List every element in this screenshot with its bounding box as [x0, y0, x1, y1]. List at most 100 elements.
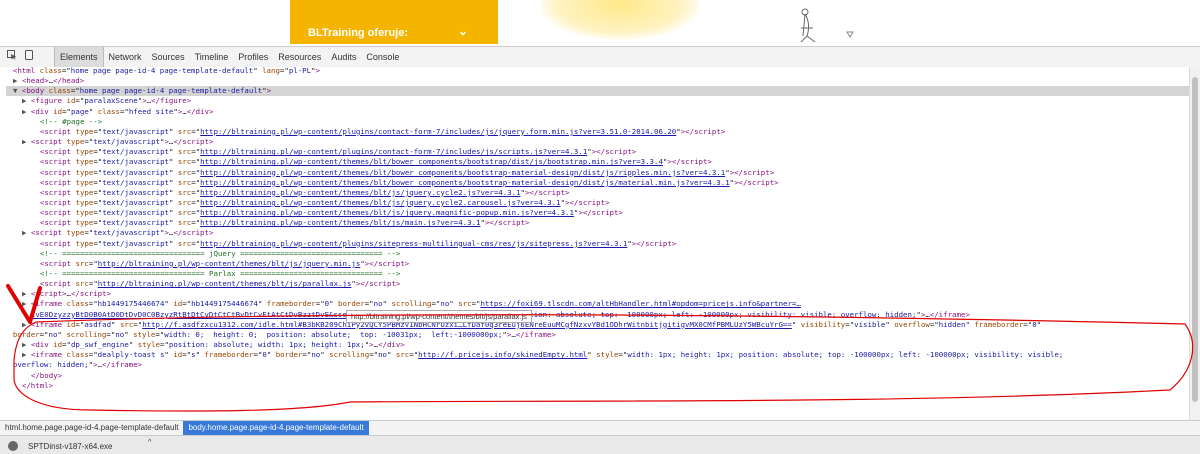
- expand-triangle-icon[interactable]: ▶: [22, 137, 31, 146]
- expand-triangle-icon: [31, 157, 40, 166]
- dom-node-line[interactable]: <script type="text/javascript" src="http…: [0, 157, 712, 167]
- dom-node-markup: </html>: [21, 380, 54, 390]
- dom-node-line[interactable]: ▶ <iframe class="hb1449175446674" id="hb…: [0, 299, 801, 309]
- dom-node-markup: <script type="text/javascript" src="http…: [39, 147, 637, 157]
- tab-sources[interactable]: Sources: [147, 47, 190, 67]
- dom-node-markup: <figure id="paralaxScene">…</figure>: [30, 96, 192, 106]
- dom-node-line[interactable]: <script type="text/javascript" src="http…: [0, 168, 774, 178]
- tab-elements[interactable]: Elements: [54, 47, 104, 67]
- breadcrumb-item-html[interactable]: html.home.page.page-id-4.page-template-d…: [0, 421, 183, 435]
- dom-node-markup: <script type="text/javascript" src="http…: [39, 238, 677, 248]
- tab-console[interactable]: Console: [361, 47, 404, 67]
- expand-triangle-icon[interactable]: ▶: [22, 107, 31, 116]
- expand-triangle-icon[interactable]: ▶: [13, 76, 22, 85]
- dom-node-line[interactable]: <!-- ================================ jQ…: [0, 249, 400, 259]
- dom-node-markup: <iframe class="dealply-toast s" id="s" f…: [30, 350, 1064, 360]
- dom-node-markup: <body class="home page page-id-4 page-te…: [21, 86, 272, 96]
- dom-node-markup: <iframe id="asdfad" src="http://f.asdfzx…: [30, 319, 1042, 329]
- tab-audits[interactable]: Audits: [326, 47, 361, 67]
- expand-triangle-icon: [4, 360, 13, 369]
- dom-node-line[interactable]: ▼ <body class="home page page-id-4 page-…: [6, 86, 1195, 97]
- decorative-glow: [540, 0, 700, 40]
- dom-node-line[interactable]: <script src="http://bltraining.pl/wp-con…: [0, 279, 400, 289]
- expand-triangle-icon: [31, 249, 40, 258]
- dom-node-markup: <script type="text/javascript" src="http…: [39, 197, 610, 207]
- expand-triangle-icon[interactable]: ▶: [22, 299, 31, 308]
- dom-node-markup: <head>…</head>: [21, 76, 85, 86]
- dom-node-markup: <!-- ================================ Pa…: [39, 269, 401, 278]
- expand-triangle-icon: [4, 330, 13, 339]
- dom-node-line[interactable]: <script type="text/javascript" src="http…: [0, 178, 779, 188]
- dom-node-markup: <script src="http://bltraining.pl/wp-con…: [39, 258, 410, 268]
- download-menu-caret[interactable]: ^: [148, 439, 151, 446]
- dom-node-line[interactable]: </html>: [0, 381, 53, 391]
- dom-node-line[interactable]: border="no" scrolling="no" style="width:…: [0, 330, 556, 340]
- dom-node-line[interactable]: <script type="text/javascript" src="http…: [0, 208, 623, 218]
- dom-node-markup: <script type="text/javascript" src="http…: [39, 187, 570, 197]
- dom-node-line[interactable]: </body>: [0, 371, 62, 381]
- expand-triangle-icon: [22, 310, 31, 319]
- dom-node-line[interactable]: ▶ <figure id="paralaxScene">…</figure>: [0, 96, 191, 106]
- download-filename[interactable]: SPTDinst-v187-x64.exe: [28, 442, 112, 451]
- scrollbar-thumb[interactable]: [1192, 77, 1198, 402]
- expand-triangle-icon: [31, 208, 40, 217]
- dom-node-line[interactable]: ▶ <script type="text/javascript">…</scri…: [0, 228, 213, 238]
- breadcrumb-item-body[interactable]: body.home.page.page-id-4.page-template-d…: [183, 421, 369, 435]
- dom-node-line[interactable]: <script type="text/javascript" src="http…: [0, 127, 725, 137]
- expand-triangle-icon: [22, 371, 31, 380]
- expand-triangle-icon: [31, 198, 40, 207]
- dom-node-line[interactable]: ▶ <head>…</head>: [0, 76, 84, 86]
- expand-triangle-icon[interactable]: ▶: [22, 340, 31, 349]
- tab-timeline[interactable]: Timeline: [190, 47, 234, 67]
- expand-triangle-icon[interactable]: ▶: [22, 320, 31, 329]
- dom-node-line[interactable]: <!-- ================================ Pa…: [0, 269, 400, 279]
- dom-node-markup: <script type="text/javascript" src="http…: [39, 218, 530, 228]
- expand-triangle-icon: [31, 188, 40, 197]
- breadcrumb: html.home.page.page-id-4.page-template-d…: [0, 420, 1200, 435]
- elements-panel[interactable]: <html class="home page page-id-4 page-te…: [0, 67, 1200, 420]
- dom-node-markup: <script type="text/javascript">…</script…: [30, 137, 214, 147]
- tab-resources[interactable]: Resources: [273, 47, 326, 67]
- dom-node-markup: <div id="page" class="hfeed site">…</div…: [30, 106, 214, 116]
- dom-node-line[interactable]: <script src="http://bltraining.pl/wp-con…: [0, 259, 409, 269]
- device-icon[interactable]: [25, 50, 33, 60]
- expand-triangle-icon[interactable]: ▶: [22, 228, 31, 237]
- expand-triangle-icon[interactable]: ▶: [22, 96, 31, 105]
- expand-triangle-icon[interactable]: ▼: [13, 86, 22, 95]
- tab-network[interactable]: Network: [104, 47, 147, 67]
- dom-node-markup: <!-- #page -->: [39, 116, 103, 126]
- dom-node-line[interactable]: ▶ <iframe class="dealply-toast s" id="s"…: [0, 350, 1063, 360]
- dom-node-line[interactable]: <script type="text/javascript" src="http…: [0, 147, 636, 157]
- dom-node-line[interactable]: <html class="home page page-id-4 page-te…: [0, 67, 320, 76]
- link-tooltip: http://bltraining.pl/wp-content/themes/b…: [346, 310, 532, 323]
- dom-node-markup: <script>…</script>: [30, 289, 112, 299]
- dom-node-line[interactable]: ▶ <div id="page" class="hfeed site">…</d…: [0, 107, 213, 117]
- offer-dropdown[interactable]: BLTraining oferuje: ⌄: [290, 0, 498, 44]
- dom-node-markup: border="no" scrolling="no" style="width:…: [12, 329, 556, 339]
- dom-node-markup: </body>: [30, 370, 63, 380]
- dom-node-markup: <script type="text/javascript" src="http…: [39, 208, 623, 218]
- dom-node-line[interactable]: ▶ <script type="text/javascript">…</scri…: [0, 137, 213, 147]
- dom-node-line[interactable]: ▶ <div id="dp_swf_engine" style="positio…: [0, 340, 405, 350]
- dom-node-line[interactable]: <script type="text/javascript" src="http…: [0, 218, 530, 228]
- dom-node-line[interactable]: <script type="text/javascript" src="http…: [0, 187, 570, 198]
- dom-node-markup: <!-- ================================ jQ…: [39, 248, 401, 258]
- dom-node-markup: <script type="text/javascript" src="http…: [39, 167, 775, 177]
- expand-triangle-icon[interactable]: ▶: [22, 350, 31, 359]
- dom-node-line[interactable]: <!-- #page -->: [0, 117, 102, 127]
- dom-node-markup: overflow: hidden;">…</iframe>: [12, 360, 142, 370]
- dom-node-line[interactable]: <script type="text/javascript" src="http…: [0, 198, 610, 208]
- dom-node-markup: <script type="text/javascript" src="http…: [39, 126, 726, 136]
- expand-triangle-icon[interactable]: ▶: [22, 289, 31, 298]
- vertical-scrollbar[interactable]: [1189, 67, 1200, 420]
- devtools-tabs: Elements Network Sources Timeline Profil…: [54, 47, 404, 67]
- dom-node-line[interactable]: overflow: hidden;">…</iframe>: [0, 360, 142, 370]
- dom-node-line[interactable]: ▶ <script>…</script>: [0, 289, 111, 299]
- inspect-icon[interactable]: [7, 50, 17, 60]
- tab-profiles[interactable]: Profiles: [233, 47, 273, 67]
- expand-triangle-icon: [31, 178, 40, 187]
- expand-triangle-icon: [31, 239, 40, 248]
- dom-node-line[interactable]: <script type="text/javascript" src="http…: [0, 239, 676, 249]
- dom-node-markup: <html class="home page page-id-4 page-te…: [12, 67, 320, 75]
- expand-triangle-icon: [31, 279, 40, 288]
